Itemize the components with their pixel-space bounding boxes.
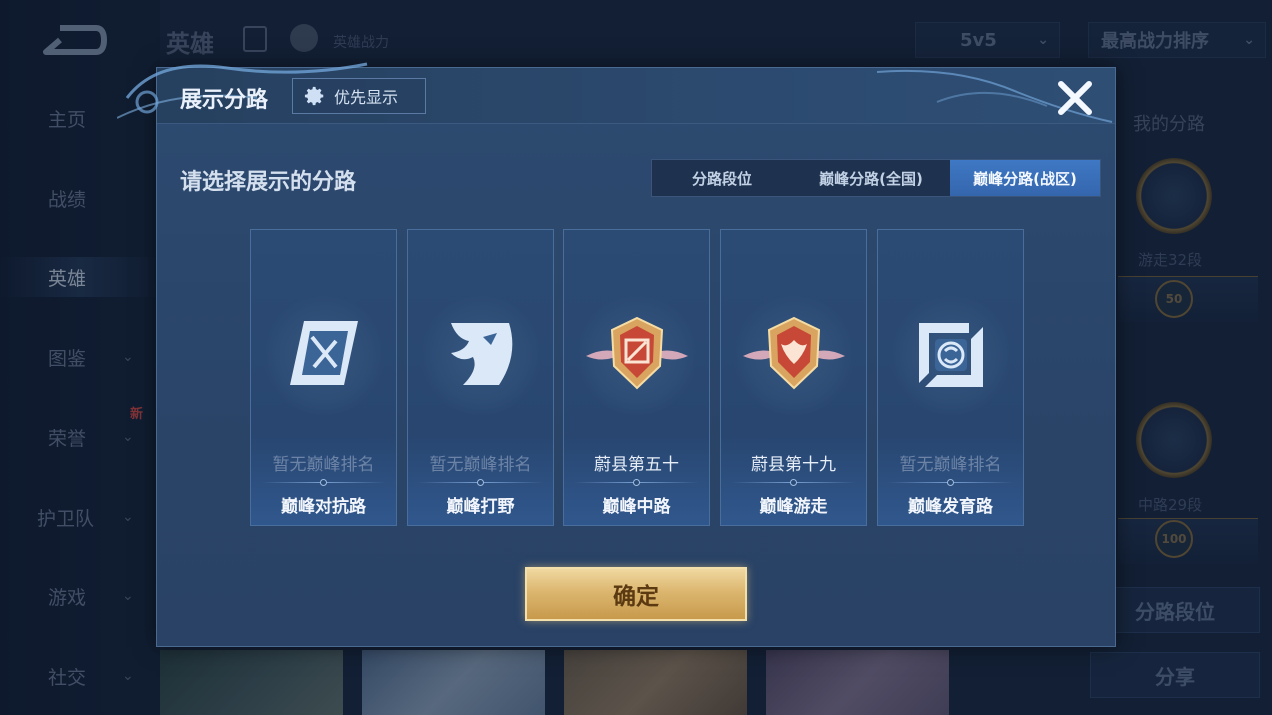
divider-dot — [477, 479, 484, 486]
tab-lane-rank[interactable]: 分路段位 — [652, 160, 792, 196]
rank-text: 暂无巅峰排名 — [429, 455, 532, 475]
confirm-button[interactable]: 确定 — [525, 567, 747, 621]
tab-peak-national[interactable]: 巅峰分路(全国) — [792, 160, 950, 196]
divider-dot — [320, 479, 327, 486]
rank-text: 蔚县第五十 — [594, 455, 679, 475]
lane-card-jungle[interactable]: 暂无巅峰排名 巅峰打野 — [407, 229, 554, 526]
lane-card-roam[interactable]: 蔚县第十九 巅峰游走 — [720, 229, 867, 526]
divider-dot — [947, 479, 954, 486]
lane-card-mid[interactable]: 蔚县第五十 巅峰中路 — [563, 229, 710, 526]
priority-display-button[interactable]: 优先显示 — [292, 78, 426, 114]
role-name: 巅峰对抗路 — [281, 497, 366, 517]
jungle-dragon-icon — [421, 295, 541, 415]
priority-display-label: 优先显示 — [334, 88, 399, 107]
farm-lane-icon — [891, 295, 1011, 415]
rank-text: 暂无巅峰排名 — [272, 455, 375, 475]
tab-peak-region[interactable]: 巅峰分路(战区) — [950, 160, 1100, 196]
select-lane-prompt: 请选择展示的分路 — [180, 170, 357, 195]
role-name: 巅峰中路 — [602, 497, 671, 517]
rank-text: 蔚县第十九 — [751, 455, 836, 475]
lane-display-dialog: 展示分路 优先显示 请选择展示的分路 分路段位 巅峰分路(全国) 巅峰分路(战区… — [117, 62, 1116, 647]
lane-tabs: 分路段位 巅峰分路(全国) 巅峰分路(战区) — [651, 159, 1101, 197]
gear-icon — [304, 86, 324, 106]
role-name: 巅峰游走 — [759, 497, 828, 517]
clash-lane-icon — [264, 295, 384, 415]
lane-card-clash[interactable]: 暂无巅峰排名 巅峰对抗路 — [250, 229, 397, 526]
divider-dot — [790, 479, 797, 486]
role-name: 巅峰打野 — [446, 497, 515, 517]
divider-dot — [633, 479, 640, 486]
dialog-title: 展示分路 — [180, 88, 269, 113]
rank-text: 暂无巅峰排名 — [899, 455, 1002, 475]
close-icon[interactable] — [1055, 78, 1095, 118]
mid-lane-shield-icon — [577, 295, 697, 415]
lane-card-farm[interactable]: 暂无巅峰排名 巅峰发育路 — [877, 229, 1024, 526]
role-name: 巅峰发育路 — [908, 497, 993, 517]
roam-shield-icon — [734, 295, 854, 415]
